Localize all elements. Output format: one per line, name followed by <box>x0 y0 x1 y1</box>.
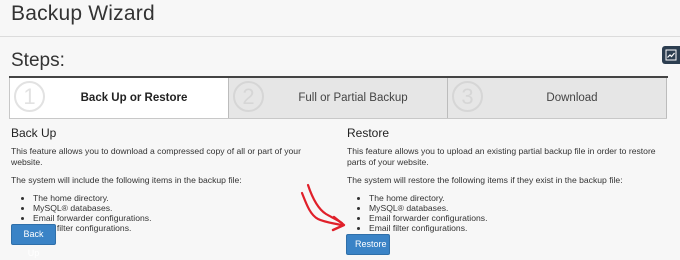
list-item: Email forwarder configurations. <box>369 213 667 223</box>
backup-list-intro: The system will include the following it… <box>11 175 242 185</box>
list-item: MySQL® databases. <box>369 203 667 213</box>
red-arrow-annotation-icon <box>300 183 346 232</box>
backup-description: This feature allows you to download a co… <box>11 146 301 167</box>
step-back-up-or-restore: 1 Back Up or Restore <box>10 78 229 118</box>
step-number-badge: 2 <box>233 81 264 112</box>
step-number-badge: 3 <box>452 81 483 112</box>
page-title: Backup Wizard <box>11 2 155 25</box>
backup-items-list: The home directory. MySQL® databases. Em… <box>11 193 326 233</box>
step-download: 3 Download <box>448 78 667 118</box>
step-label: Full or Partial Backup <box>298 92 408 104</box>
steps-heading: Steps: <box>11 50 65 71</box>
restore-list-intro: The system will restore the following it… <box>347 175 623 185</box>
restore-description: This feature allows you to upload an exi… <box>347 146 656 167</box>
restore-heading: Restore <box>347 126 390 140</box>
step-label: Download <box>546 92 598 104</box>
chart-trend-icon <box>665 49 677 61</box>
restore-items-list: The home directory. MySQL® databases. Em… <box>347 193 667 233</box>
back-up-button[interactable]: Back Up <box>11 224 56 258</box>
step-number-badge: 1 <box>14 81 45 112</box>
list-item: Email forwarder configurations. <box>33 213 326 223</box>
list-item: The home directory. <box>369 193 667 203</box>
steps-progress-bar: 1 Back Up or Restore 2 Full or Partial B… <box>9 78 667 119</box>
list-item: Email filter configurations. <box>369 223 667 233</box>
title-divider <box>0 36 680 37</box>
restore-button[interactable]: Restore <box>346 234 390 255</box>
step-full-or-partial-backup: 2 Full or Partial Backup <box>229 78 448 118</box>
list-item: The home directory. <box>33 193 326 203</box>
restore-section: Restore This feature allows you to uploa… <box>347 126 667 233</box>
backup-heading: Back Up <box>11 126 57 140</box>
backup-wizard-page: Backup Wizard Steps: 1 Back Up or Restor… <box>0 0 680 260</box>
step-label: Back Up or Restore <box>80 92 188 104</box>
list-item: MySQL® databases. <box>33 203 326 213</box>
stats-widget-toggle[interactable] <box>662 46 680 64</box>
list-item: Email filter configurations. <box>33 223 326 233</box>
backup-section: Back Up This feature allows you to downl… <box>11 126 326 233</box>
